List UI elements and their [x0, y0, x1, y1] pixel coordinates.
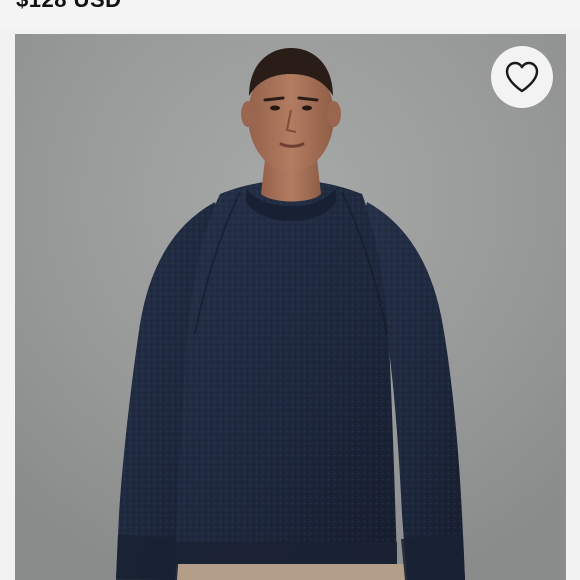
product-price: $128 USD — [16, 0, 122, 13]
product-photo[interactable] — [15, 34, 566, 580]
wishlist-button[interactable] — [491, 46, 553, 108]
price-header: $128 USD — [0, 0, 580, 30]
product-image-frame[interactable] — [15, 34, 566, 580]
pants — [160, 564, 420, 580]
left-cuff — [116, 534, 180, 580]
heart-outline-icon — [504, 60, 540, 94]
product-listing-page: $128 USD — [0, 0, 580, 580]
sweater-hem — [175, 542, 397, 564]
right-cuff — [401, 534, 465, 580]
